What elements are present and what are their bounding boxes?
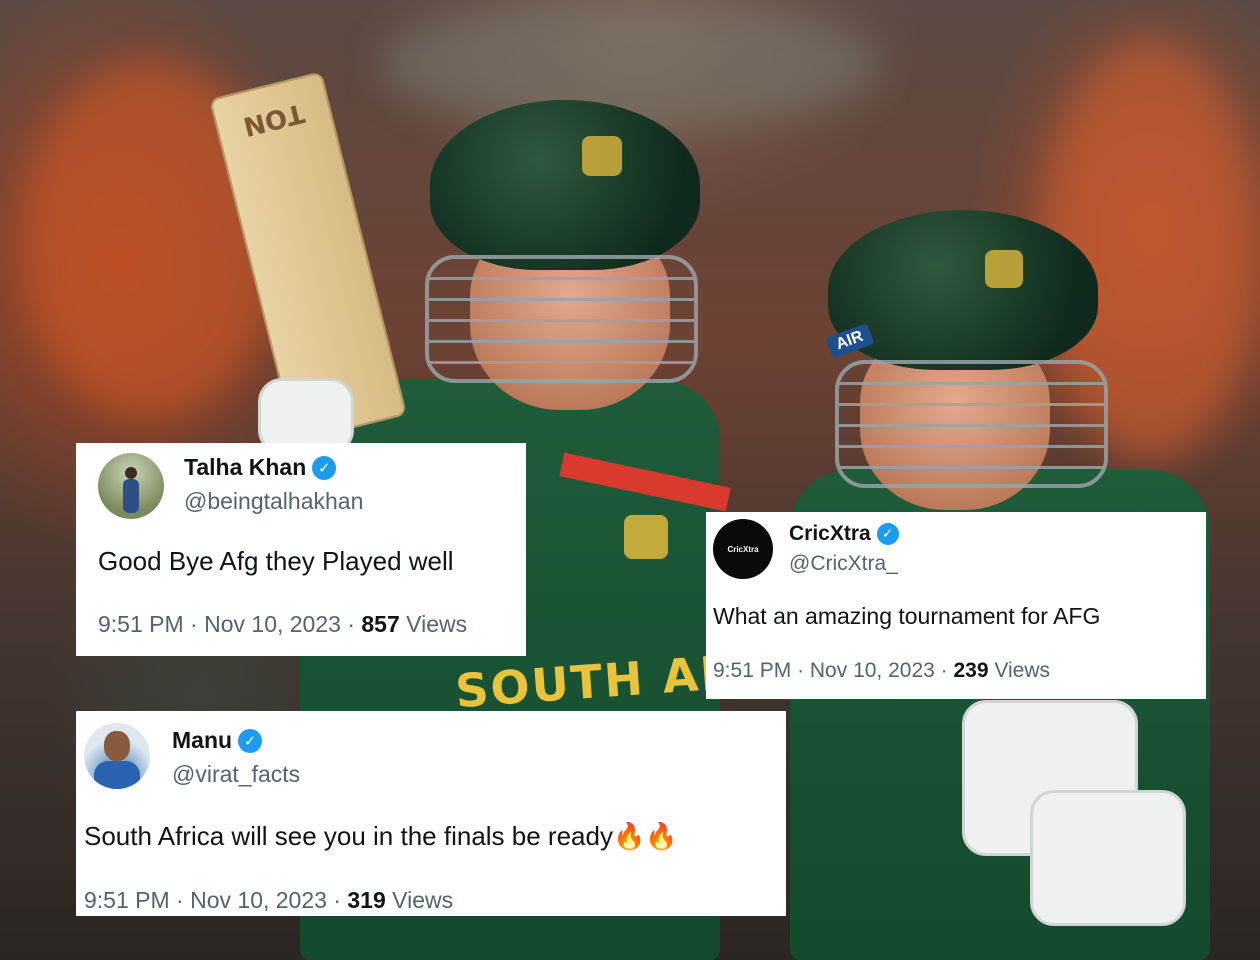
player-one-grille <box>425 255 698 383</box>
separator-dot: · <box>347 611 362 637</box>
separator-dot: · <box>333 887 348 913</box>
tweet-date[interactable]: Nov 10, 2023 <box>190 887 327 913</box>
author-handle[interactable]: @virat_facts <box>172 761 300 788</box>
views-label: Views <box>994 659 1051 682</box>
author-row: Talha Khan ✓ <box>184 454 337 481</box>
fire-emoji-icon: 🔥🔥 <box>612 822 678 852</box>
author-row: Manu ✓ <box>172 727 263 754</box>
tweet-time[interactable]: 9:51 PM <box>84 887 170 913</box>
author-name[interactable]: Manu <box>172 727 232 754</box>
avatar-shirt <box>94 761 140 789</box>
tweet-text: Good Bye Afg they Played well <box>98 546 454 576</box>
tweet-meta: 9:51 PM · Nov 10, 2023 · 857 Views <box>98 611 467 638</box>
helmet-crest-two <box>985 250 1023 288</box>
avatar-figure-body <box>123 479 139 513</box>
tweet-time[interactable]: 9:51 PM <box>98 611 184 637</box>
tweet-date[interactable]: Nov 10, 2023 <box>810 659 935 682</box>
author-row: CricXtra ✓ <box>789 522 899 546</box>
tweet-card-talha[interactable]: Talha Khan ✓ @beingtalhakhan Good Bye Af… <box>76 443 526 656</box>
separator-dot: · <box>176 887 191 913</box>
verified-badge-icon: ✓ <box>238 728 263 753</box>
author-handle[interactable]: @beingtalhakhan <box>184 488 363 515</box>
tweet-card-manu[interactable]: Manu ✓ @virat_facts South Africa will se… <box>76 711 786 916</box>
avatar[interactable] <box>98 453 164 519</box>
tweet-date[interactable]: Nov 10, 2023 <box>204 611 341 637</box>
tweet-text: What an amazing tournament for AFG <box>713 603 1101 629</box>
author-name[interactable]: CricXtra <box>789 522 871 546</box>
author-name[interactable]: Talha Khan <box>184 454 306 481</box>
separator-dot: · <box>797 659 810 682</box>
tweet-meta: 9:51 PM · Nov 10, 2023 · 319 Views <box>84 887 453 914</box>
avatar-logo-text: CricXtra <box>727 544 759 554</box>
view-count: 857 <box>361 611 400 637</box>
verified-badge-icon: ✓ <box>876 523 899 545</box>
views-label: Views <box>406 611 468 637</box>
player-one-helmet <box>430 100 700 270</box>
helmet-crest <box>582 136 622 176</box>
player-two-helmet <box>828 210 1098 370</box>
view-count: 239 <box>953 659 989 682</box>
tweet-text-row: South Africa will see you in the finals … <box>84 821 678 852</box>
separator-dot: · <box>940 659 954 682</box>
tweet-card-cricxtra[interactable]: CricXtra CricXtra ✓ @CricXtra_ What an a… <box>706 512 1206 699</box>
tweet-time[interactable]: 9:51 PM <box>713 659 791 682</box>
bat-brand-label: TON <box>240 97 308 142</box>
avatar[interactable]: CricXtra <box>713 519 773 579</box>
verified-badge-icon: ✓ <box>312 455 337 480</box>
player-two-glove-right <box>1030 790 1186 926</box>
avatar-figure-head <box>125 467 137 479</box>
player-two-grille <box>835 360 1108 488</box>
tweet-text: South Africa will see you in the finals … <box>84 821 613 851</box>
separator-dot: · <box>190 611 205 637</box>
avatar[interactable] <box>84 723 150 789</box>
avatar-face <box>104 731 130 761</box>
view-count: 319 <box>347 887 386 913</box>
views-label: Views <box>392 887 454 913</box>
tweet-meta: 9:51 PM · Nov 10, 2023 · 239 Views <box>713 659 1050 683</box>
author-handle[interactable]: @CricXtra_ <box>789 552 898 576</box>
jersey-crest <box>624 515 668 559</box>
